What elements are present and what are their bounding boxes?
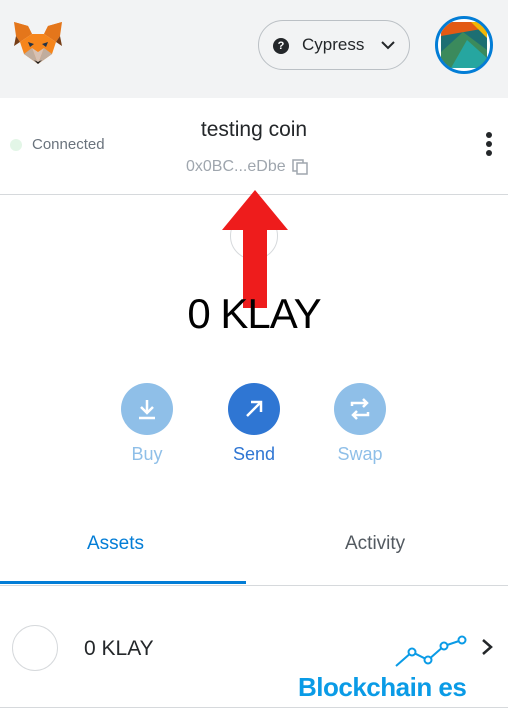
network-selector[interactable]: ? Cypress: [258, 20, 410, 70]
tab-assets[interactable]: Assets: [87, 533, 144, 555]
network-name: Cypress: [302, 35, 365, 54]
swap-button-circle[interactable]: [334, 383, 386, 435]
active-tab-indicator: [0, 581, 246, 584]
swap-icon: [350, 398, 370, 420]
asset-token-icon: [12, 625, 58, 671]
account-name[interactable]: testing coin: [0, 118, 508, 142]
tab-bar: Assets Activity: [0, 515, 508, 586]
send-button[interactable]: Send: [219, 383, 289, 465]
app-header: ? Cypress: [0, 0, 508, 98]
account-bar: Connected testing coin 0x0BC...eDbe: [0, 98, 508, 195]
swap-button[interactable]: Swap: [325, 383, 395, 465]
arrow-up-right-icon: [246, 400, 263, 417]
account-address-copy[interactable]: 0x0BC...eDbe: [186, 157, 308, 177]
account-address: 0x0BC...eDbe: [186, 158, 286, 175]
swap-label: Swap: [337, 444, 383, 464]
buy-button[interactable]: Buy: [112, 383, 182, 465]
watermark-graph-icon: [395, 635, 467, 667]
send-button-circle[interactable]: [228, 383, 280, 435]
download-icon: [139, 400, 155, 420]
watermark-text: Blockchain es: [298, 672, 467, 702]
question-icon: ?: [273, 38, 289, 54]
send-label: Send: [232, 444, 276, 464]
balance-amount: 0 KLAY: [187, 290, 321, 337]
account-avatar[interactable]: [435, 16, 493, 74]
asset-balance: 0 KLAY: [84, 637, 154, 660]
chevron-right-icon[interactable]: [480, 637, 494, 657]
account-avatar-icon: [441, 22, 487, 68]
copy-icon: [291, 159, 308, 175]
kebab-menu-icon[interactable]: [484, 132, 494, 158]
buy-label: Buy: [131, 444, 163, 464]
metamask-fox-icon[interactable]: [12, 20, 64, 70]
buy-button-circle[interactable]: [121, 383, 173, 435]
tab-activity[interactable]: Activity: [345, 533, 405, 555]
chevron-down-icon: [381, 41, 395, 50]
